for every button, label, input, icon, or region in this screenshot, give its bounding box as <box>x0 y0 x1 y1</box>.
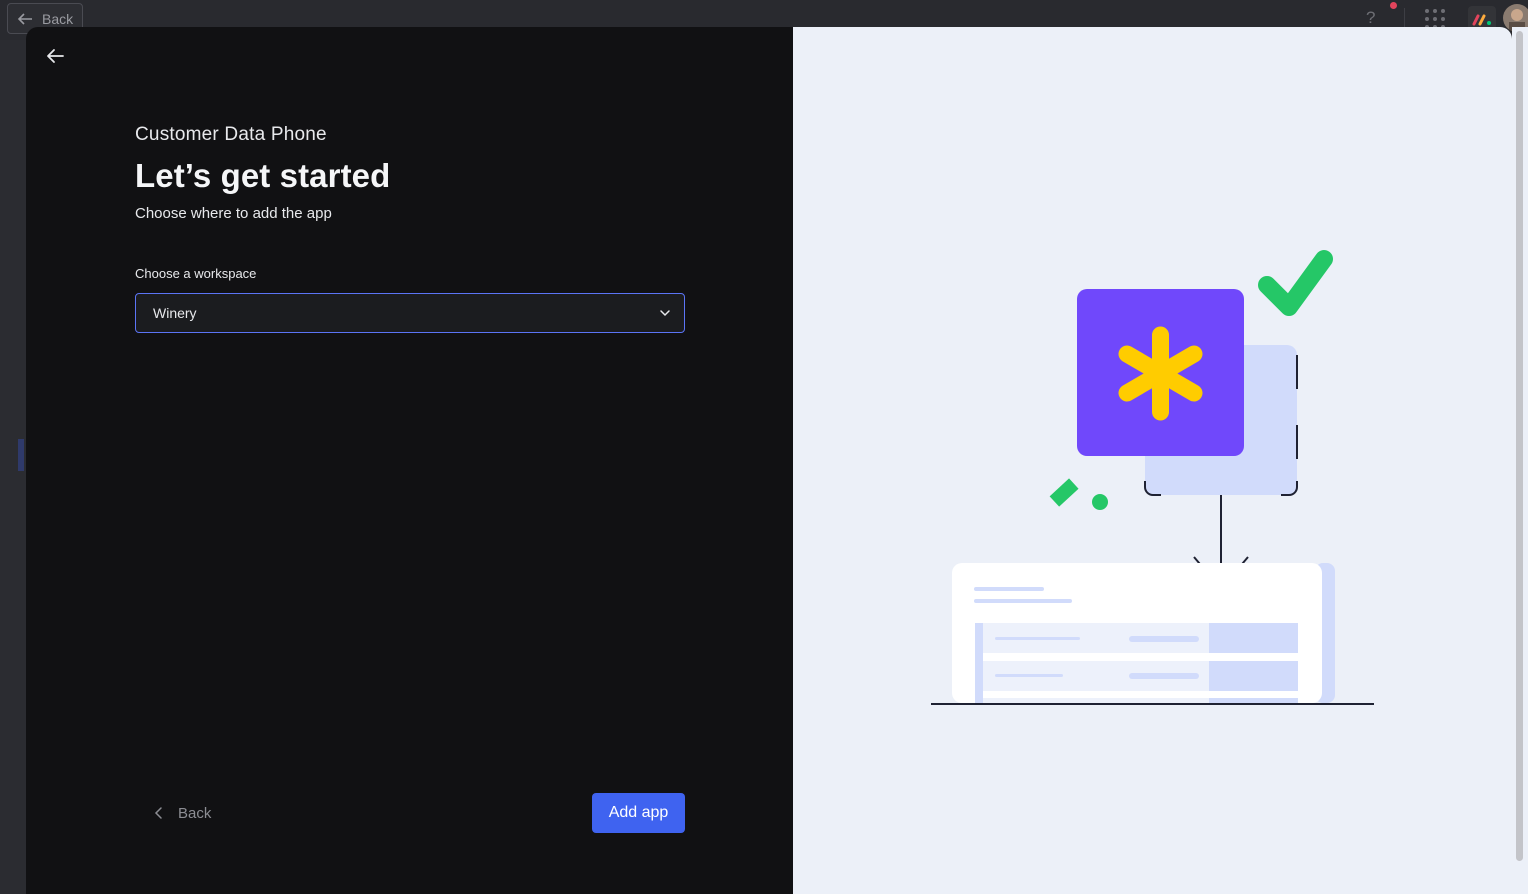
background-back-label: Back <box>42 10 74 27</box>
arrow-left-icon <box>47 49 64 63</box>
back-button[interactable]: Back <box>152 793 211 833</box>
workspace-label: Choose a workspace <box>135 266 257 281</box>
add-app-modal: Customer Data Phone Let’s get started Ch… <box>26 27 1512 894</box>
back-button-label: Back <box>178 804 212 822</box>
arrow-left-icon <box>17 12 32 25</box>
page-subtitle: Choose where to add the app <box>135 205 332 222</box>
modal-back-button[interactable] <box>44 45 66 67</box>
page-title: Let’s get started <box>135 157 391 194</box>
modal-scrollbar[interactable] <box>1512 27 1528 894</box>
add-app-illustration <box>931 250 1374 705</box>
chevron-left-icon <box>154 807 162 819</box>
notification-dot <box>1390 2 1397 9</box>
modal-form-pane: Customer Data Phone Let’s get started Ch… <box>26 27 793 894</box>
help-icon[interactable]: ? <box>1366 8 1375 28</box>
chevron-down-icon <box>660 310 670 317</box>
add-app-button[interactable]: Add app <box>592 793 685 833</box>
app-name: Customer Data Phone <box>135 124 327 145</box>
workspace-selected-value: Winery <box>153 305 197 321</box>
scrollbar-thumb[interactable] <box>1516 31 1523 861</box>
illustration-pane <box>793 27 1512 894</box>
background-page-edge <box>0 40 26 894</box>
workspace-select[interactable]: Winery <box>135 293 685 333</box>
background-selected-item <box>18 439 24 471</box>
